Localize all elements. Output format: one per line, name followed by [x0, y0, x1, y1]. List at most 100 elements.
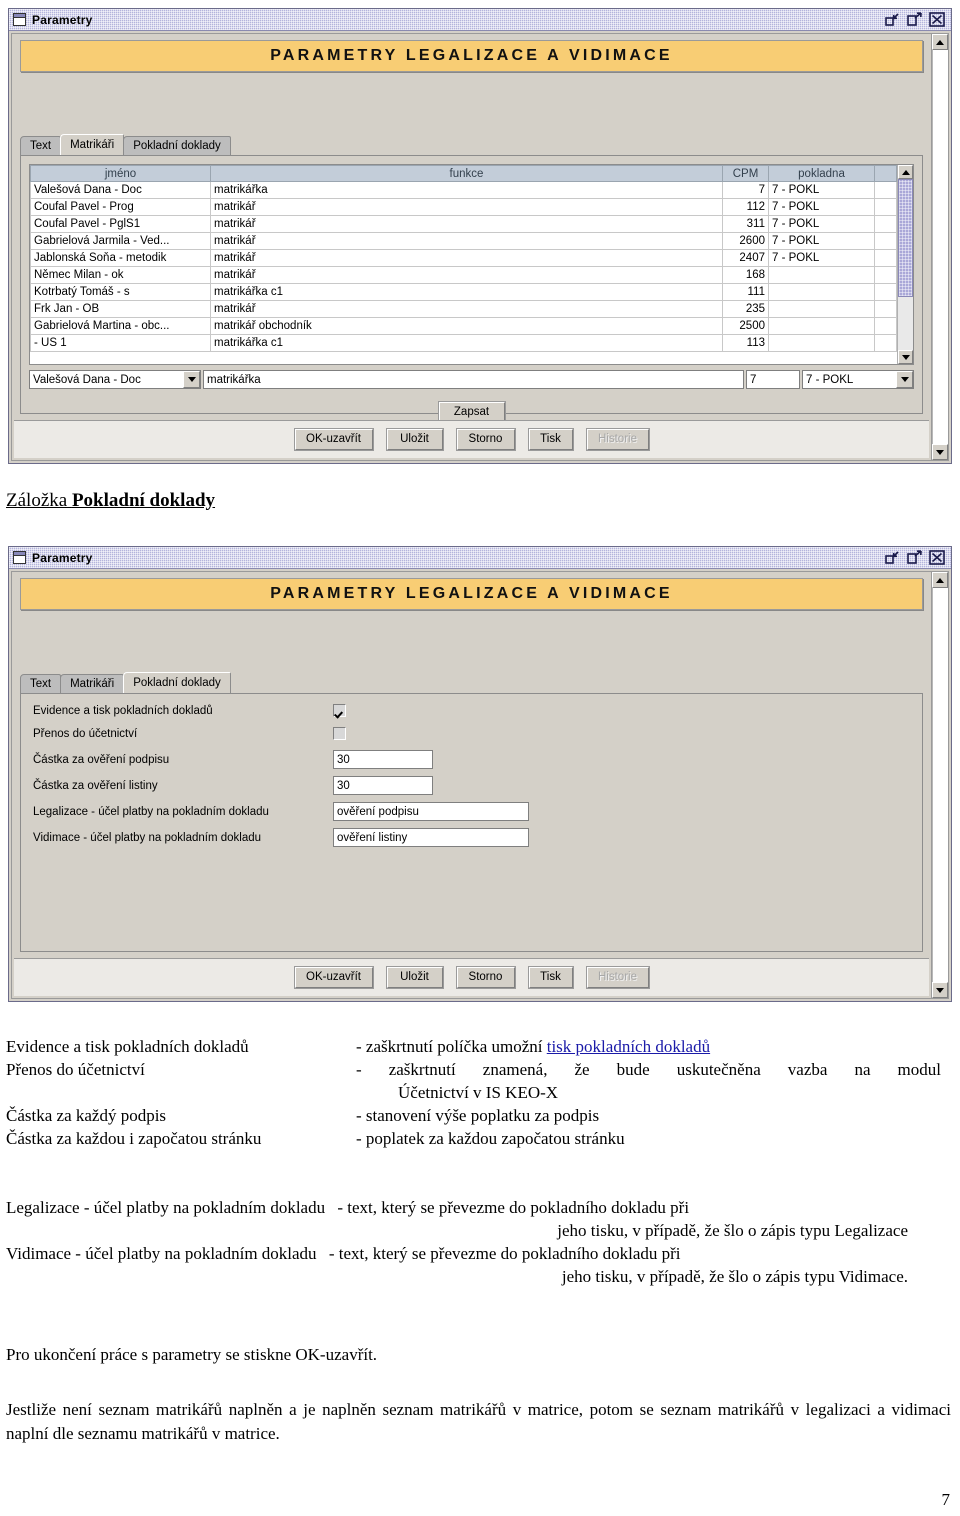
cell-funkce: matrikář [210, 266, 723, 284]
table-row[interactable]: Valešová Dana - Doc matrikářka 7 7 - POKL [30, 181, 897, 199]
window-controls[interactable] [885, 12, 945, 27]
chevron-down-icon[interactable] [896, 371, 913, 388]
definition-description: - text, který se převezme do pokladního … [337, 1198, 690, 1217]
definition-desc-link[interactable]: tisk pokladních dokladů [547, 1037, 710, 1056]
table-row[interactable]: Kotrbatý Tomáš - s matrikářka c1 111 [30, 283, 897, 301]
evidence-tisk-checkbox[interactable] [333, 704, 346, 717]
cell-blank [874, 198, 897, 216]
definition-item-wide: Legalizace - účel platby na pokladním do… [6, 1196, 954, 1242]
definition-term: Legalizace - účel platby na pokladním do… [6, 1198, 326, 1217]
window-scroll-down-button[interactable] [932, 444, 948, 460]
tab-panel-pokladni-doklady: Evidence a tisk pokladních dokladů Přeno… [20, 693, 923, 952]
castka-listina-input[interactable]: 30 [333, 776, 433, 795]
field-vidimace-ucel[interactable]: Vidimace - účel platby na pokladním dokl… [33, 828, 529, 847]
table-row[interactable]: - US 1 matrikářka c1 113 [30, 334, 897, 352]
ok-close-button[interactable]: OK-uzavřít [294, 967, 373, 988]
print-button[interactable]: Tisk [528, 429, 573, 450]
col-jmeno[interactable]: jméno [30, 165, 211, 182]
cell-blank [874, 266, 897, 284]
window-titlebar[interactable]: Parametry [9, 9, 951, 31]
tab-text[interactable]: Text [20, 674, 62, 693]
cancel-button[interactable]: Storno [456, 967, 515, 988]
tab-matrikari[interactable]: Matrikáři [60, 674, 125, 693]
scroll-thumb[interactable] [898, 179, 913, 297]
table-row[interactable]: Frk Jan - OB matrikář 235 [30, 300, 897, 318]
tab-panel-matrikari: jméno funkce CPM pokladna Valešová Dana … [20, 155, 923, 423]
close-icon[interactable] [929, 12, 945, 27]
window-vertical-scrollbar[interactable] [931, 34, 948, 460]
jmeno-combobox[interactable]: Valešová Dana - Doc [29, 370, 201, 389]
scroll-down-button[interactable] [898, 350, 913, 364]
maximize-icon[interactable] [907, 12, 923, 27]
table-row[interactable]: Gabrielová Martina - obc... matrikář obch… [30, 317, 897, 335]
maximize-icon[interactable] [907, 550, 923, 565]
window-scroll-down-button[interactable] [932, 982, 948, 998]
pokladna-combobox[interactable]: 7 - POKL [802, 370, 914, 389]
castka-podpis-input[interactable]: 30 [333, 750, 433, 769]
tab-pokladni-doklady[interactable]: Pokladní doklady [123, 672, 231, 693]
table-row[interactable]: Jablonská Soňa - metodik matrikář 2407 7 - … [30, 249, 897, 267]
table-row[interactable]: Coufal Pavel - Prog matrikář 112 7 - POKL [30, 198, 897, 216]
definition-item-wide: Vidimace - účel platby na pokladním dokl… [6, 1242, 954, 1288]
scroll-track[interactable] [898, 179, 913, 350]
window-scroll-up-button[interactable] [932, 34, 948, 50]
cell-jmeno: Coufal Pavel - Prog [30, 198, 211, 216]
table-row[interactable]: Coufal Pavel - PglS1 matrikář 311 7 - POKL [30, 215, 897, 233]
funkce-input[interactable]: matrikářka [203, 370, 744, 389]
cancel-button[interactable]: Storno [456, 429, 515, 450]
dialog-button-bar: OK-uzavřít Uložit Storno Tisk Historie [14, 420, 929, 458]
cell-blank [874, 283, 897, 301]
tabstrip[interactable]: Text Matrikáři Pokladní doklady [20, 672, 231, 693]
scroll-up-button[interactable] [898, 165, 913, 179]
field-evidence-tisk[interactable]: Evidence a tisk pokladních dokladů [33, 704, 346, 717]
cell-cpm: 2600 [722, 232, 769, 250]
field-castka-podpis[interactable]: Částka za ověření podpisu 30 [33, 750, 433, 769]
col-pokladna[interactable]: pokladna [768, 165, 875, 182]
cell-blank [874, 249, 897, 267]
cell-blank [874, 215, 897, 233]
window-vertical-scrollbar[interactable] [931, 572, 948, 998]
window-scroll-track[interactable] [932, 50, 948, 444]
chevron-down-icon[interactable] [183, 371, 200, 388]
record-editor-row[interactable]: Valešová Dana - Doc matrikářka 7 7 - POK… [29, 370, 914, 389]
window-scroll-track[interactable] [932, 588, 948, 982]
save-button[interactable]: Uložit [386, 967, 443, 988]
definition-item: Evidence a tisk pokladních dokladů - zaš… [6, 1035, 954, 1058]
cell-cpm: 311 [722, 215, 769, 233]
field-prenos-ucetnictvi[interactable]: Přenos do účetnictví [33, 727, 346, 740]
cell-funkce: matrikářka c1 [210, 283, 723, 301]
cell-cpm: 235 [722, 300, 769, 318]
matrikari-table[interactable]: jméno funkce CPM pokladna Valešová Dana … [29, 164, 914, 365]
close-icon[interactable] [929, 550, 945, 565]
cell-blank [874, 317, 897, 335]
prenos-ucetnictvi-checkbox[interactable] [333, 727, 346, 740]
vidimace-ucel-input[interactable]: ověření listiny [333, 828, 529, 847]
cell-jmeno: Němec Milan - ok [30, 266, 211, 284]
save-button[interactable]: Uložit [386, 429, 443, 450]
tab-text[interactable]: Text [20, 136, 62, 155]
parametry-window-pokladni-doklady[interactable]: Parametry PARAMETRY LEGALIZACE A VIDIMAC… [8, 546, 952, 1002]
legalizace-ucel-input[interactable]: ověření podpisu [333, 802, 529, 821]
tab-pokladni-doklady[interactable]: Pokladní doklady [123, 136, 231, 155]
tab-matrikari[interactable]: Matrikáři [60, 134, 125, 155]
cpm-input[interactable]: 7 [746, 370, 800, 389]
field-legalizace-ucel[interactable]: Legalizace - účel platby na pokladním do… [33, 802, 529, 821]
ok-close-button[interactable]: OK-uzavřít [294, 429, 373, 450]
tabstrip[interactable]: Text Matrikáři Pokladní doklady [20, 134, 231, 155]
cell-jmeno: Valešová Dana - Doc [30, 181, 211, 199]
col-cpm[interactable]: CPM [722, 165, 769, 182]
window-scroll-up-button[interactable] [932, 572, 948, 588]
cell-cpm: 2500 [722, 317, 769, 335]
field-castka-listina[interactable]: Částka za ověření listiny 30 [33, 776, 433, 795]
parametry-window-matrikari[interactable]: Parametry PARAMETRY LEGALIZACE A VIDIMAC… [8, 8, 952, 464]
window-titlebar[interactable]: Parametry [9, 547, 951, 569]
table-row[interactable]: Gabrielová Jarmila - Ved... matrikář 2600 7… [30, 232, 897, 250]
table-row[interactable]: Němec Milan - ok matrikář 168 [30, 266, 897, 284]
col-funkce[interactable]: funkce [210, 165, 723, 182]
table-vertical-scrollbar[interactable] [897, 165, 913, 364]
col-blank[interactable] [874, 165, 897, 182]
window-controls[interactable] [885, 550, 945, 565]
minimize-icon[interactable] [885, 550, 901, 565]
minimize-icon[interactable] [885, 12, 901, 27]
print-button[interactable]: Tisk [528, 967, 573, 988]
